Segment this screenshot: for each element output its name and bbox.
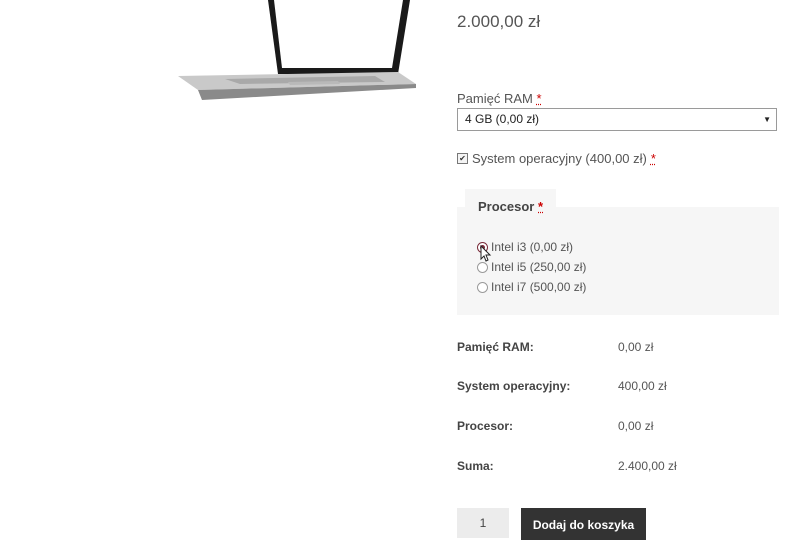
- processor-option-i5[interactable]: Intel i5 (250,00 zł): [477, 260, 586, 274]
- summary-total-value: 2.400,00 zł: [618, 459, 677, 473]
- processor-option-label: Intel i7 (500,00 zł): [491, 280, 586, 294]
- required-mark: *: [538, 199, 543, 214]
- laptop-icon: [170, 0, 420, 110]
- ram-label: Pamięć RAM *: [457, 91, 542, 106]
- summary-ram-label: Pamięć RAM:: [457, 340, 534, 354]
- required-mark: *: [651, 151, 656, 166]
- processor-option-label: Intel i5 (250,00 zł): [491, 260, 586, 274]
- ram-select[interactable]: 4 GB (0,00 zł) ▼: [457, 108, 777, 131]
- summary-processor-label: Procesor:: [457, 419, 513, 433]
- summary-total-label: Suma:: [457, 459, 494, 473]
- quantity-input[interactable]: 1: [457, 508, 509, 538]
- add-to-cart-button[interactable]: Dodaj do koszyka: [521, 508, 646, 540]
- processor-label: Procesor: [478, 199, 534, 214]
- required-mark: *: [536, 91, 541, 106]
- ram-select-value: 4 GB (0,00 zł): [465, 112, 539, 126]
- mouse-cursor-icon: [480, 245, 492, 263]
- processor-radio-i7[interactable]: [477, 282, 488, 293]
- summary-os-value: 400,00 zł: [618, 379, 667, 393]
- ram-label-text: Pamięć RAM: [457, 91, 533, 106]
- os-label: System operacyjny (400,00 zł): [472, 151, 647, 166]
- processor-option-label: Intel i3 (0,00 zł): [491, 240, 573, 254]
- os-checkbox[interactable]: ✔: [457, 153, 468, 164]
- processor-tab: Procesor *: [465, 189, 556, 219]
- summary-processor-value: 0,00 zł: [618, 419, 653, 433]
- summary-os-label: System operacyjny:: [457, 379, 570, 393]
- summary-ram-value: 0,00 zł: [618, 340, 653, 354]
- processor-option-i7[interactable]: Intel i7 (500,00 zł): [477, 280, 586, 294]
- processor-radio-i5[interactable]: [477, 262, 488, 273]
- os-option[interactable]: ✔ System operacyjny (400,00 zł) *: [457, 151, 656, 166]
- product-price: 2.000,00 zł: [457, 12, 540, 32]
- dropdown-arrow-icon: ▼: [763, 109, 771, 130]
